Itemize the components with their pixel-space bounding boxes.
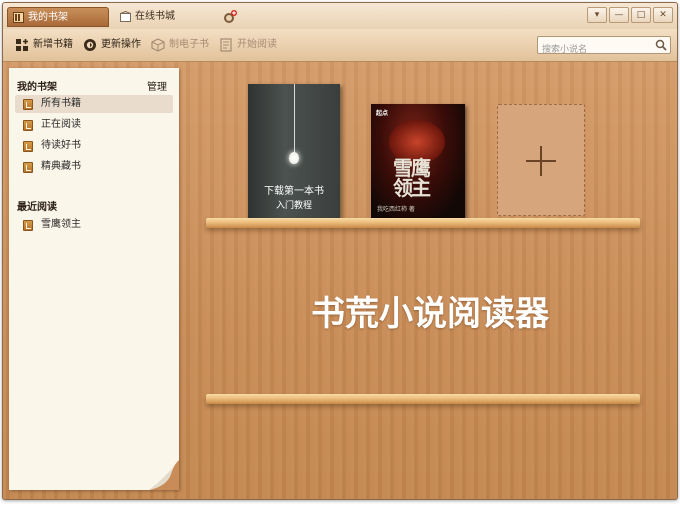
make-ebook-icon bbox=[151, 38, 165, 52]
title-bar: 我的书架 在线书城 ▾ — □ ✕ bbox=[3, 3, 677, 29]
sidebar-item-label: 正在阅读 bbox=[41, 119, 81, 130]
recent-item[interactable]: 雪鹰领主 bbox=[15, 216, 173, 234]
sidebar: 我的书架 管理 所有书籍 正在阅读 待读好书 精典藏书 最近阅读 雪鹰领主 bbox=[9, 68, 179, 490]
sidebar-item-label: 待读好书 bbox=[41, 140, 81, 151]
window-controls: ▾ — □ ✕ bbox=[585, 7, 673, 23]
search-box bbox=[537, 36, 671, 58]
sidebar-item-collection[interactable]: 精典藏书 bbox=[15, 158, 173, 176]
update-button[interactable]: 更新操作 bbox=[83, 37, 141, 53]
tab-label: 我的书架 bbox=[28, 12, 68, 23]
app-watermark-title: 书荒小说阅读器 bbox=[311, 294, 549, 334]
publisher-logo: 起点 bbox=[376, 110, 389, 117]
toolbar: 新增书籍 更新操作 制电子书 开始阅读 bbox=[3, 29, 677, 62]
notification-badge-icon[interactable] bbox=[223, 10, 237, 24]
add-book-slot[interactable] bbox=[497, 104, 585, 216]
lightbulb-icon bbox=[289, 152, 299, 164]
bookshelf-area: 我的书架 管理 所有书籍 正在阅读 待读好书 精典藏书 最近阅读 雪鹰领主 下载… bbox=[3, 62, 677, 499]
book-title: 下载第一本书 bbox=[264, 186, 324, 197]
minimize-button[interactable]: — bbox=[609, 7, 629, 23]
tab-label: 在线书城 bbox=[135, 11, 175, 22]
bookshelf-icon bbox=[13, 12, 24, 23]
app-window: 我的书架 在线书城 ▾ — □ ✕ 新增书籍 更新操作 制电子书 开始阅读 搜索… bbox=[2, 2, 678, 500]
start-reading-icon bbox=[220, 38, 232, 52]
lamp-cord bbox=[294, 84, 295, 154]
make-ebook-button[interactable]: 制电子书 bbox=[151, 37, 209, 53]
book-xueying-lingzhu[interactable]: 起点 雪鹰领主 我吃西红柿 著 bbox=[371, 104, 465, 218]
search-icon[interactable] bbox=[655, 39, 667, 51]
shelf-bottom bbox=[206, 394, 640, 404]
page-curl bbox=[149, 460, 179, 490]
tab-my-bookshelf[interactable]: 我的书架 bbox=[7, 7, 109, 27]
sidebar-item-all-books[interactable]: 所有书籍 bbox=[15, 95, 173, 113]
shelf-top bbox=[206, 218, 640, 228]
book-subtitle: 入门教程 bbox=[275, 201, 312, 211]
add-book-icon bbox=[16, 39, 28, 51]
book-author: 我吃西红柿 著 bbox=[377, 206, 415, 213]
my-bookshelf-heading: 我的书架 bbox=[17, 82, 57, 93]
maximize-button[interactable]: □ bbox=[631, 7, 651, 23]
recent-item-label: 雪鹰领主 bbox=[41, 219, 81, 230]
start-reading-button[interactable]: 开始阅读 bbox=[219, 37, 277, 53]
sidebar-item-label: 精典藏书 bbox=[41, 161, 81, 172]
dropdown-button[interactable]: ▾ bbox=[587, 7, 607, 23]
update-icon bbox=[84, 39, 96, 51]
sidebar-item-to-read[interactable]: 待读好书 bbox=[15, 137, 173, 155]
close-button[interactable]: ✕ bbox=[653, 7, 673, 23]
sidebar-item-label: 所有书籍 bbox=[41, 98, 81, 109]
plus-icon-vertical bbox=[540, 146, 542, 176]
start-reading-label: 开始阅读 bbox=[237, 39, 277, 50]
book-title: 雪鹰领主 bbox=[393, 156, 431, 200]
book-icon bbox=[23, 220, 33, 231]
add-book-label: 新增书籍 bbox=[33, 39, 73, 50]
book-icon bbox=[23, 120, 33, 131]
manage-link[interactable]: 管理 bbox=[147, 78, 167, 93]
book-icon bbox=[23, 141, 33, 152]
sidebar-item-reading[interactable]: 正在阅读 bbox=[15, 116, 173, 134]
tab-online-bookstore[interactable]: 在线书城 bbox=[115, 7, 215, 27]
bookstore-icon bbox=[120, 11, 131, 22]
book-tutorial[interactable]: 下载第一本书 入门教程 bbox=[248, 84, 340, 218]
book-icon bbox=[23, 162, 33, 173]
add-book-button[interactable]: 新增书籍 bbox=[15, 37, 73, 53]
recent-reading-heading: 最近阅读 bbox=[17, 202, 57, 213]
book-icon bbox=[23, 99, 33, 110]
make-ebook-label: 制电子书 bbox=[169, 39, 209, 50]
update-label: 更新操作 bbox=[101, 39, 141, 50]
search-input[interactable] bbox=[538, 42, 652, 58]
